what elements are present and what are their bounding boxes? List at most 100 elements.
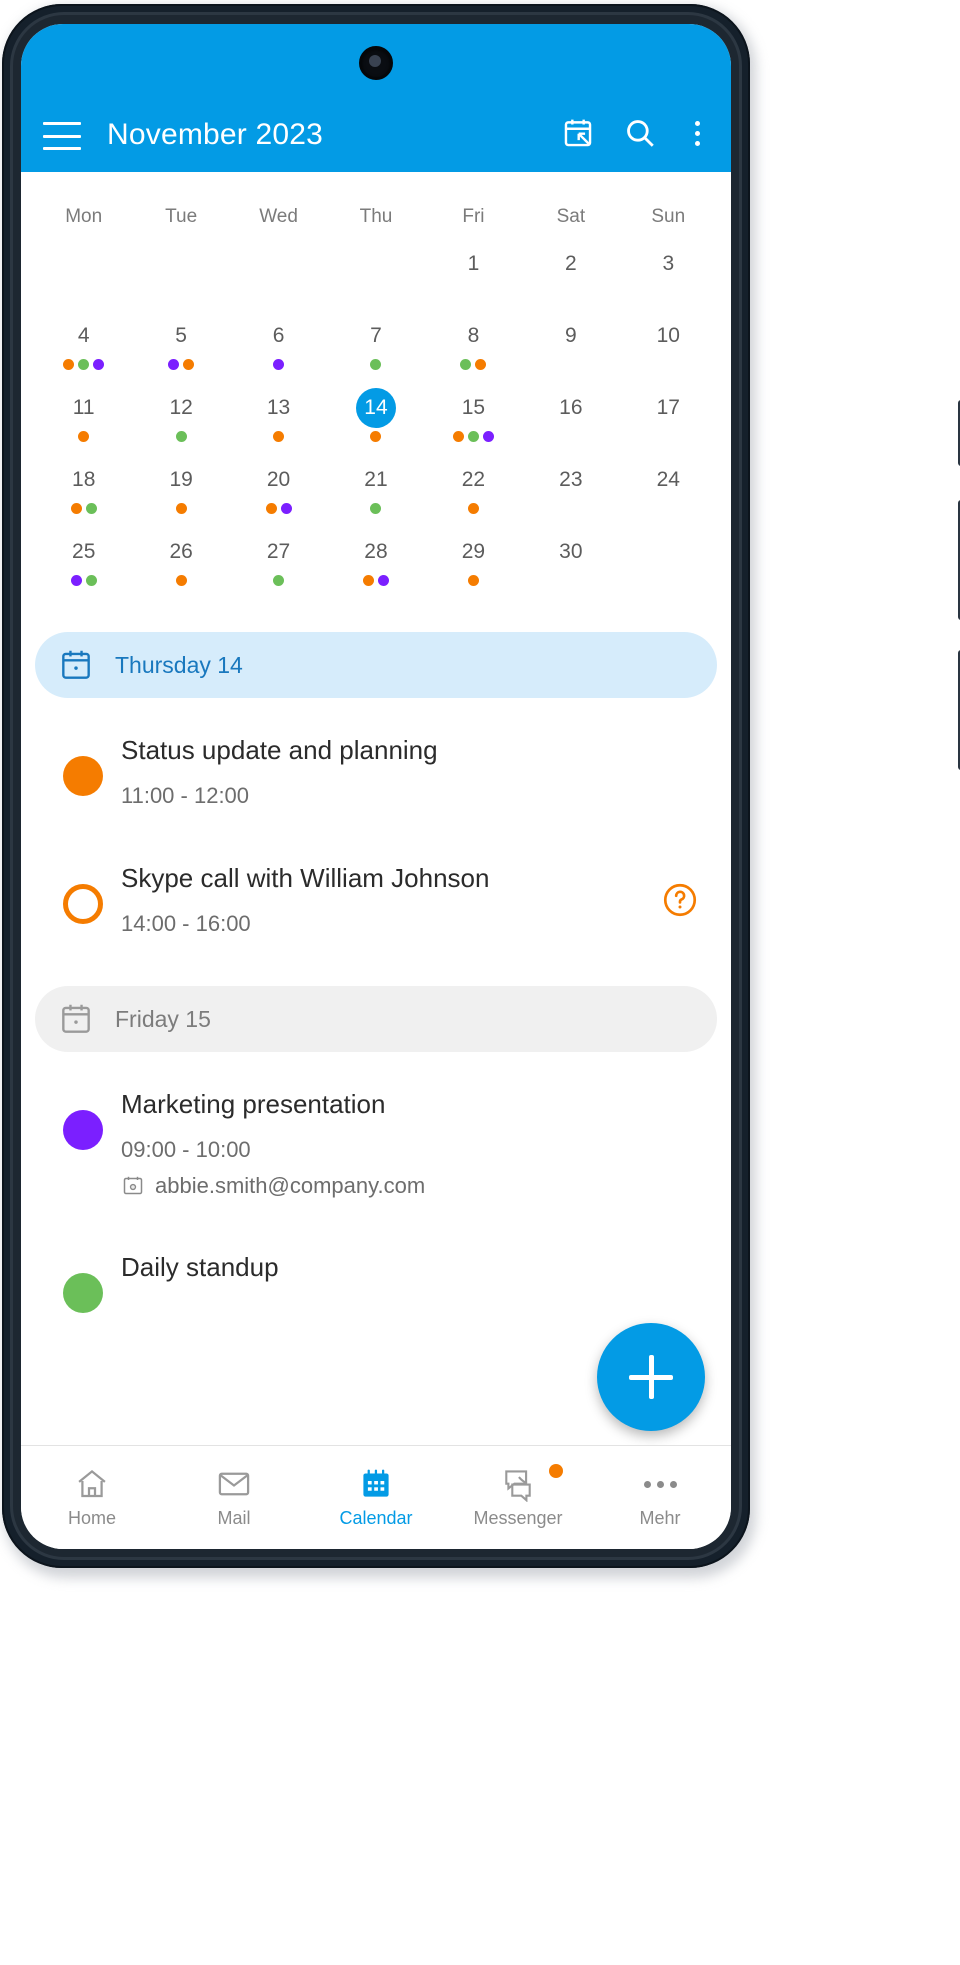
day-number: 18	[72, 468, 96, 491]
search-icon[interactable]	[623, 116, 657, 150]
event-title: Daily standup	[121, 1251, 279, 1282]
calendar-day-cell[interactable]: 5	[132, 316, 229, 388]
page-title: November 2023	[107, 118, 324, 151]
agenda-event-item[interactable]: Skype call with William Johnson 14:00 - 1…	[35, 836, 717, 964]
event-dots	[452, 430, 494, 442]
calendar-week-row: 25 26 27 28 29 30	[35, 532, 717, 604]
day-number: 5	[175, 324, 187, 347]
nav-item-mail[interactable]: Mail	[163, 1466, 305, 1529]
calendar-day-cell[interactable]: 7	[327, 316, 424, 388]
nav-item-mehr[interactable]: Mehr	[589, 1466, 731, 1529]
event-dot-orange	[183, 358, 195, 370]
event-dot-orange	[467, 574, 479, 586]
calendar-day-cell[interactable]: 23	[522, 460, 619, 532]
day-number: 24	[656, 468, 680, 491]
agenda-event-item[interactable]: Marketing presentation 09:00 - 10:00 abbie…	[35, 1062, 717, 1224]
calendar-week-row: 11 12 13 14 15 16 17	[35, 388, 717, 460]
calendar-day-cell[interactable]: 15	[425, 388, 522, 460]
nav-item-home[interactable]: Home	[21, 1466, 163, 1529]
tentative-question-icon[interactable]	[661, 881, 699, 919]
add-event-fab[interactable]	[597, 1323, 705, 1431]
weekday-label: Fri	[462, 206, 485, 227]
calendar-day-cell[interactable]: 8	[425, 316, 522, 388]
calendar-day-cell[interactable]: 29	[425, 532, 522, 604]
event-dot-green	[467, 430, 479, 442]
day-number: 25	[72, 540, 96, 563]
day-number	[161, 244, 201, 284]
event-dot-green	[370, 502, 382, 514]
calendar-day-cell[interactable]: 26	[132, 532, 229, 604]
event-dot-orange	[362, 574, 374, 586]
calendar-day-cell[interactable]: 28	[327, 532, 424, 604]
calendar-empty-cell	[132, 244, 229, 316]
day-number: 23	[559, 468, 583, 491]
event-dot-orange	[452, 430, 464, 442]
calendar-day-cell[interactable]: 9	[522, 316, 619, 388]
mail-icon	[216, 1466, 252, 1502]
agenda-day-header[interactable]: Thursday 14	[35, 632, 717, 698]
event-body: Status update and planning 11:00 - 12:00	[121, 734, 707, 810]
calendar-day-cell[interactable]: 24	[620, 460, 717, 532]
event-title: Status update and planning	[121, 735, 438, 765]
calendar-day-cell[interactable]: 19	[132, 460, 229, 532]
calendar-day-cell[interactable]: 10	[620, 316, 717, 388]
event-dot-purple	[482, 430, 494, 442]
agenda-event-item[interactable]: Daily standup	[35, 1225, 717, 1339]
calendar-day-cell[interactable]: 14	[327, 388, 424, 460]
calendar-day-cell[interactable]: 17	[620, 388, 717, 460]
nav-item-messenger[interactable]: Messenger	[447, 1464, 589, 1529]
calendar-week-row: 1 2 3	[35, 244, 717, 316]
event-dots	[370, 358, 382, 370]
event-dots	[370, 502, 382, 514]
day-number: 20	[266, 468, 291, 491]
event-marker	[45, 734, 121, 796]
calendar-day-cell[interactable]: 11	[35, 388, 132, 460]
event-dots	[265, 502, 292, 514]
weekday-label: Sat	[556, 206, 586, 227]
agenda-day-label: Thursday 14	[115, 651, 243, 678]
event-color-dot-filled	[63, 1272, 103, 1313]
nav-item-label: Messenger	[473, 1508, 563, 1528]
event-dots	[175, 430, 187, 442]
event-dot-orange	[78, 430, 90, 442]
calendar-day-cell[interactable]: 12	[132, 388, 229, 460]
event-marker	[45, 1251, 121, 1313]
day-number: 17	[656, 396, 680, 419]
event-time: 11:00 - 12:00	[121, 782, 250, 808]
calendar-day-cell[interactable]: 30	[522, 532, 619, 604]
day-number: 27	[266, 540, 291, 563]
calendar-day-cell[interactable]: 3	[620, 244, 717, 316]
overflow-menu-icon[interactable]	[685, 120, 709, 146]
calendar-jump-icon[interactable]	[561, 116, 595, 150]
calendar-day-cell[interactable]: 18	[35, 460, 132, 532]
agenda-day-header[interactable]: Friday 15	[35, 986, 717, 1053]
agenda-event-item[interactable]: Status update and planning 11:00 - 12:00	[35, 708, 717, 836]
event-dot-orange	[175, 502, 187, 514]
day-number: 2	[565, 252, 577, 275]
messenger-icon	[500, 1466, 536, 1502]
event-status-badge[interactable]	[661, 881, 699, 919]
calendar-day-cell[interactable]: 20	[230, 460, 327, 532]
day-number: 6	[272, 324, 285, 347]
weekday-label: Wed	[259, 206, 298, 227]
calendar-weeks: 1 2 3 4 5 6 7 8 9 10 11 12 13 14 15 16 17 18 19 20 21 22 23 24 2…	[35, 244, 717, 604]
calendar-day-cell[interactable]: 6	[230, 316, 327, 388]
calendar-day-cell[interactable]: 2	[522, 244, 619, 316]
home-icon	[74, 1466, 110, 1502]
weekday-header-row: Mon Tue Wed Thu Fri Sat Sun	[35, 180, 717, 244]
calendar-day-cell[interactable]: 25	[35, 532, 132, 604]
calendar-day-cell[interactable]: 27	[230, 532, 327, 604]
day-number: 26	[169, 540, 193, 563]
hamburger-menu-icon[interactable]	[43, 122, 81, 150]
more-icon	[643, 1466, 677, 1502]
calendar-day-cell[interactable]: 21	[327, 460, 424, 532]
day-number: 28	[364, 540, 388, 563]
nav-item-calendar[interactable]: Calendar	[305, 1466, 447, 1529]
calendar-day-cell[interactable]: 22	[425, 460, 522, 532]
nav-item-label: Mehr	[639, 1508, 681, 1528]
calendar-day-cell[interactable]: 1	[425, 244, 522, 316]
calendar-empty-cell	[35, 244, 132, 316]
calendar-day-cell[interactable]: 16	[522, 388, 619, 460]
calendar-day-cell[interactable]: 13	[230, 388, 327, 460]
calendar-day-cell[interactable]: 4	[35, 316, 132, 388]
